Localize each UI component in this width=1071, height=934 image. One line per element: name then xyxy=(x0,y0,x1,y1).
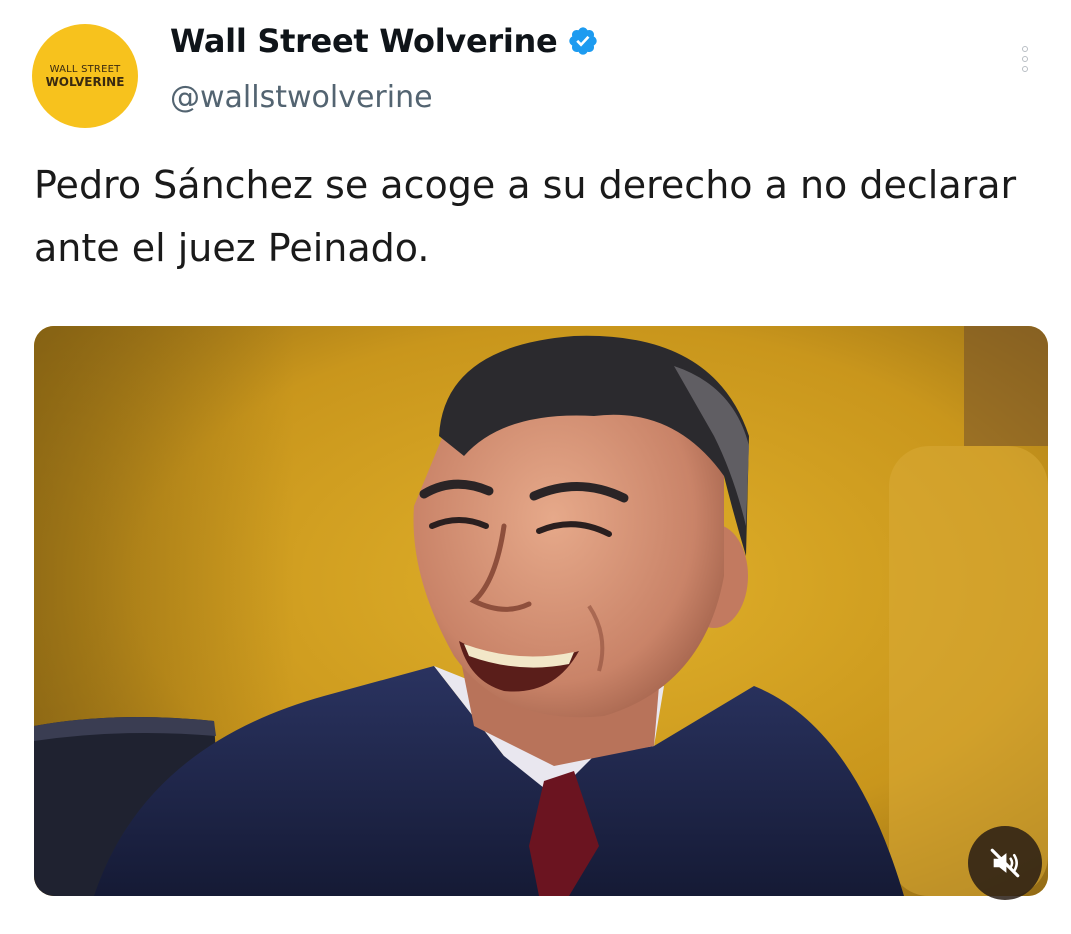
tweet-text: Pedro Sánchez se acoge a su derecho a no… xyxy=(34,163,1017,270)
avatar-text-line2: WOLVERINE xyxy=(45,74,125,89)
more-options-icon[interactable] xyxy=(1018,46,1032,72)
display-name[interactable]: Wall Street Wolverine xyxy=(170,22,558,60)
more-dot xyxy=(1022,66,1028,72)
speaker-muted-icon[interactable] xyxy=(968,826,1042,900)
speaker-muted-glyph xyxy=(990,848,1020,878)
tweet-card: WALL STREET WOLVERINE Wall Street Wolver… xyxy=(0,0,1071,934)
avatar[interactable]: WALL STREET WOLVERINE xyxy=(32,24,138,128)
avatar-text-line1: WALL STREET xyxy=(49,63,121,75)
video-frame-illustration xyxy=(34,326,1048,896)
verified-badge-icon xyxy=(569,27,598,55)
tweet-video[interactable] xyxy=(34,326,1048,896)
more-dot xyxy=(1022,46,1028,52)
author-handle[interactable]: @wallstwolverine xyxy=(170,80,433,115)
author-name-row: Wall Street Wolverine xyxy=(170,22,599,60)
more-dot xyxy=(1022,56,1028,62)
